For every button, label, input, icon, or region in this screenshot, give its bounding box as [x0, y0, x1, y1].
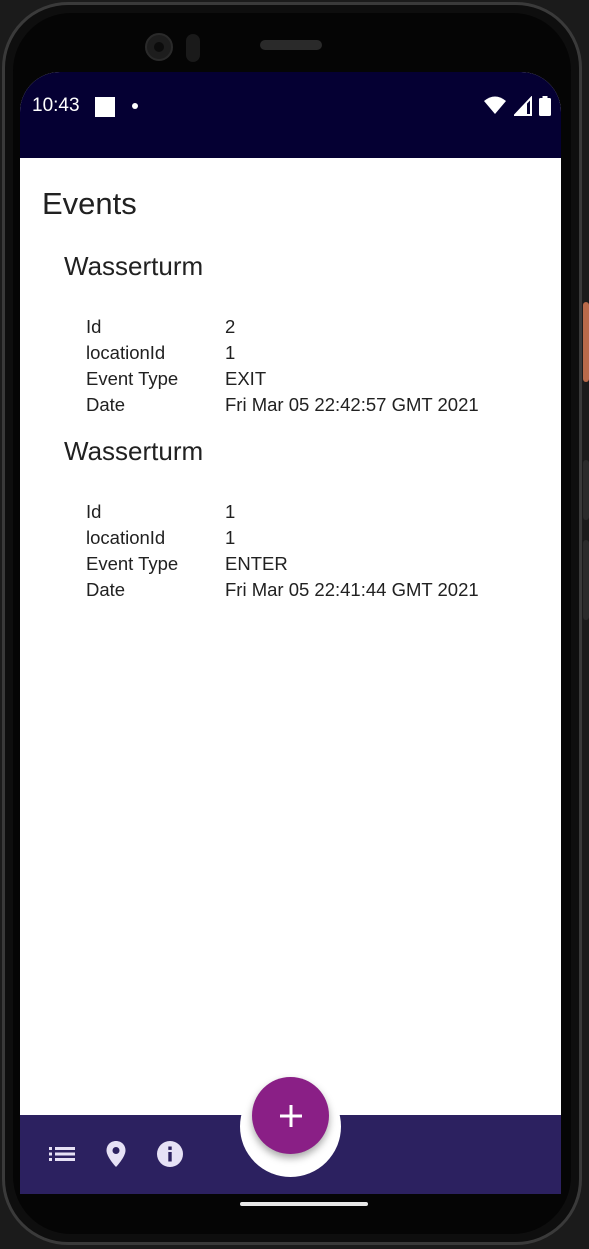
- event-title: Wasserturm: [64, 251, 204, 281]
- row-label: locationId: [86, 342, 166, 363]
- row-value: ENTER: [225, 553, 288, 574]
- row-value: 1: [225, 527, 236, 548]
- row-value: 1: [225, 501, 236, 522]
- front-camera: [145, 33, 173, 61]
- event-title: Wasserturm: [64, 436, 204, 466]
- list-icon: [49, 1147, 75, 1161]
- event-row-date: Date Fri Mar 05 22:42:57 GMT 2021: [86, 392, 544, 418]
- location-pin-icon: [106, 1141, 126, 1167]
- power-button: [583, 302, 589, 382]
- event-card: Wasserturm Id 2 locationId 1 Event Type …: [64, 244, 544, 418]
- event-card: Wasserturm Id 1 locationId 1 Event Type …: [64, 429, 544, 603]
- battery-icon: [539, 96, 551, 116]
- row-label: Event Type: [86, 553, 179, 574]
- volume-down-button: [583, 540, 589, 620]
- status-bar: 10:43: [20, 72, 561, 158]
- notification-icon: [95, 97, 115, 117]
- event-row-date: Date Fri Mar 05 22:41:44 GMT 2021: [86, 577, 544, 603]
- event-row-location-id: locationId 1: [86, 340, 544, 366]
- nav-list-button[interactable]: [48, 1140, 76, 1168]
- row-label: locationId: [86, 527, 166, 548]
- wifi-icon: [484, 96, 507, 114]
- plus-icon: [279, 1104, 302, 1127]
- event-row-id: Id 2: [86, 314, 544, 340]
- row-label: Id: [86, 501, 102, 522]
- notification-dot-icon: [132, 103, 138, 109]
- event-row-id: Id 1: [86, 499, 544, 525]
- row-value: EXIT: [225, 368, 267, 389]
- signal-icon: [513, 96, 532, 116]
- row-value: Fri Mar 05 22:41:44 GMT 2021: [225, 579, 479, 600]
- event-row-event-type: Event Type EXIT: [86, 366, 544, 392]
- row-value: 1: [225, 342, 236, 363]
- status-time: 10:43: [32, 95, 80, 116]
- nav-map-button[interactable]: [102, 1140, 130, 1168]
- app-screen: 10:43 Events Wasserturm Id 2 locationId …: [20, 72, 561, 1194]
- page-title: Events: [42, 186, 137, 221]
- event-row-location-id: locationId 1: [86, 525, 544, 551]
- row-label: Event Type: [86, 368, 179, 389]
- event-row-event-type: Event Type ENTER: [86, 551, 544, 577]
- row-value: Fri Mar 05 22:42:57 GMT 2021: [225, 394, 479, 415]
- row-label: Date: [86, 579, 126, 600]
- nav-info-button[interactable]: [156, 1140, 184, 1168]
- proximity-sensor: [186, 34, 200, 62]
- event-details: Id 2 locationId 1 Event Type EXIT Date F…: [64, 314, 544, 418]
- info-icon: [157, 1141, 183, 1167]
- volume-up-button: [583, 460, 589, 520]
- home-indicator[interactable]: [240, 1202, 368, 1206]
- earpiece-speaker: [260, 40, 322, 50]
- status-icons: [481, 96, 551, 116]
- event-details: Id 1 locationId 1 Event Type ENTER Date …: [64, 499, 544, 603]
- row-label: Id: [86, 316, 102, 337]
- add-event-button[interactable]: [252, 1077, 329, 1154]
- row-label: Date: [86, 394, 126, 415]
- row-value: 2: [225, 316, 236, 337]
